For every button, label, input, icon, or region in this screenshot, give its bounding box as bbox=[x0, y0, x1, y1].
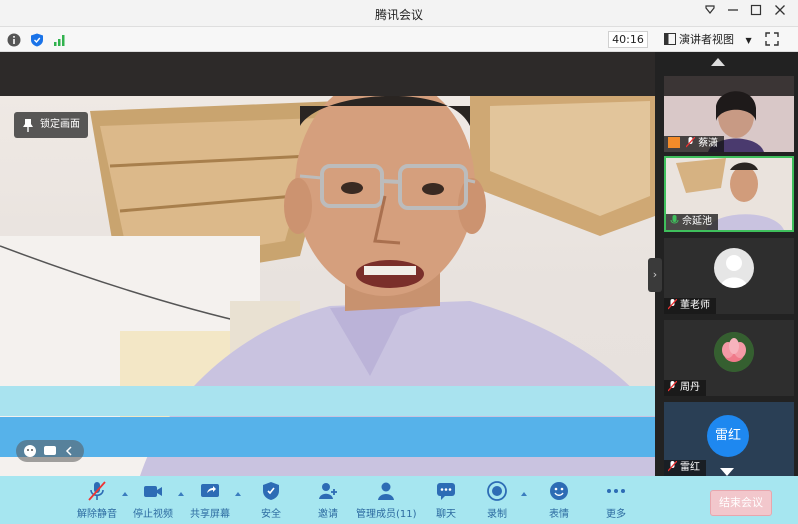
avatar bbox=[714, 332, 754, 372]
toolbar-label: 表情 bbox=[549, 509, 569, 520]
main-video-area bbox=[0, 52, 655, 476]
lock-view-button[interactable]: 锁定画面 bbox=[14, 112, 88, 138]
video-letterbox bbox=[0, 52, 655, 96]
chat-icon bbox=[437, 483, 455, 500]
emoji-icon bbox=[550, 482, 568, 500]
stop-video-button[interactable]: 停止视频 bbox=[123, 480, 183, 520]
participant-name: 雷红 bbox=[680, 462, 700, 473]
participant-name: 周丹 bbox=[680, 382, 700, 393]
video-artifact-band bbox=[0, 417, 655, 457]
participant-tile[interactable]: 董老师 bbox=[664, 238, 794, 314]
toolbar-label: 录制 bbox=[487, 509, 507, 520]
collapse-panel-button[interactable]: › bbox=[648, 258, 662, 292]
signal-icon[interactable] bbox=[53, 32, 67, 46]
record-icon bbox=[487, 481, 507, 501]
close-icon[interactable] bbox=[769, 2, 791, 24]
scroll-up-icon[interactable] bbox=[711, 58, 725, 66]
share-screen-button[interactable]: 共享屏幕 bbox=[180, 480, 240, 520]
toolbar-label: 管理成员(11) bbox=[356, 509, 417, 520]
toolbar-label: 更多 bbox=[606, 509, 626, 520]
avatar: 雷红 bbox=[707, 415, 749, 457]
title-bar: 腾讯会议 bbox=[0, 0, 798, 27]
scroll-down-icon[interactable] bbox=[720, 468, 734, 476]
shield-icon bbox=[263, 482, 279, 500]
invite-button[interactable]: 邀请 bbox=[298, 480, 358, 520]
layout-icon bbox=[664, 33, 676, 45]
members-icon bbox=[378, 482, 394, 500]
mic-muted-icon bbox=[685, 136, 696, 148]
view-mode-select[interactable]: 演讲者视图 ▼ bbox=[664, 31, 752, 48]
window-title: 腾讯会议 bbox=[374, 8, 423, 22]
participant-name: 董老师 bbox=[680, 300, 710, 311]
video-artifact-band bbox=[0, 386, 655, 416]
participant-tile[interactable]: 周丹 bbox=[664, 320, 794, 396]
participant-tile-active[interactable]: 佘延池 bbox=[664, 156, 794, 232]
toolbar-label: 停止视频 bbox=[133, 509, 173, 520]
participant-name: 蔡潇 bbox=[698, 138, 719, 149]
mic-muted-icon bbox=[667, 380, 678, 392]
manage-members-button[interactable]: 管理成员(11) bbox=[356, 480, 417, 520]
avatar bbox=[714, 248, 754, 288]
reactions-button[interactable]: 表情 bbox=[529, 480, 589, 520]
emoji-icon bbox=[24, 445, 72, 457]
person-icon bbox=[668, 137, 680, 148]
mic-muted-icon bbox=[667, 298, 678, 310]
security-button[interactable]: 安全 bbox=[241, 480, 301, 520]
fullscreen-icon[interactable] bbox=[764, 31, 780, 47]
quick-chat-bar[interactable] bbox=[16, 440, 84, 462]
participant-name-bar: 雷红 bbox=[664, 460, 706, 476]
maximize-icon[interactable] bbox=[745, 2, 767, 24]
pin-icon[interactable] bbox=[699, 2, 721, 24]
add-user-icon bbox=[319, 483, 337, 499]
camera-icon bbox=[144, 486, 162, 497]
participant-name: 佘延池 bbox=[682, 216, 712, 227]
participant-name-bar: 佘延池 bbox=[666, 214, 718, 230]
participant-name-bar: 董老师 bbox=[664, 298, 716, 314]
toolbar-label: 解除静音 bbox=[77, 509, 117, 520]
pin-icon bbox=[23, 119, 33, 132]
shield-icon[interactable] bbox=[30, 32, 44, 47]
participant-name-bar: 周丹 bbox=[664, 380, 706, 396]
unmute-button[interactable]: 解除静音 bbox=[67, 480, 127, 520]
participant-tile[interactable]: 蔡潇 bbox=[664, 76, 794, 152]
more-button[interactable]: 更多 bbox=[586, 480, 646, 520]
end-meeting-button[interactable]: 结束会议 bbox=[710, 490, 772, 516]
toolbar-label: 邀请 bbox=[318, 509, 338, 520]
mic-active-icon bbox=[670, 215, 679, 226]
more-icon bbox=[607, 489, 625, 493]
lock-view-label: 锁定画面 bbox=[40, 119, 80, 130]
mic-muted-icon bbox=[88, 481, 106, 501]
meeting-toolbar: 解除静音 停止视频 共享屏幕 安全 邀请 管理成员(11) 聊天 录制 表情 更… bbox=[0, 476, 798, 524]
meeting-info-bar: 40:16 演讲者视图 ▼ bbox=[0, 27, 798, 52]
minimize-icon[interactable] bbox=[722, 2, 744, 24]
record-button[interactable]: 录制 bbox=[467, 480, 527, 520]
view-mode-label: 演讲者视图 bbox=[679, 33, 734, 46]
toolbar-label: 共享屏幕 bbox=[190, 509, 230, 520]
toolbar-label: 安全 bbox=[261, 509, 281, 520]
info-icon[interactable] bbox=[7, 32, 21, 47]
meeting-timer: 40:16 bbox=[608, 31, 648, 48]
record-options-icon[interactable] bbox=[521, 492, 527, 496]
chevron-down-icon: ▼ bbox=[745, 36, 752, 45]
participant-name-bar: 蔡潇 bbox=[664, 136, 725, 152]
share-screen-icon bbox=[201, 484, 219, 497]
mic-muted-icon bbox=[667, 460, 678, 472]
